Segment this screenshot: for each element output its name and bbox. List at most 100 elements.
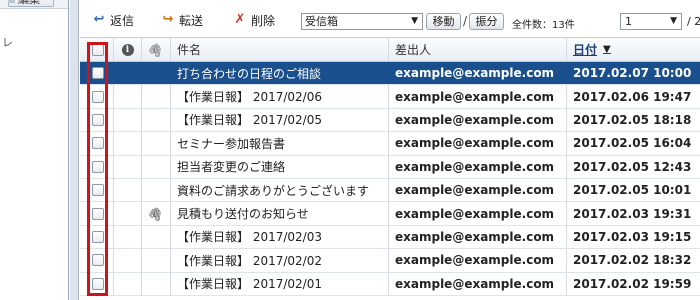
page-select[interactable]: 1 ▼ xyxy=(620,13,682,30)
row-attach-cell xyxy=(142,108,171,132)
message-subject[interactable]: 【作業日報】 2017/02/02 xyxy=(171,249,389,272)
message-date: 2017.02.05 18:18 xyxy=(573,112,692,127)
table-row[interactable]: 【作業日報】 2017/02/06 example@example.com 2017… xyxy=(80,85,700,109)
row-info-cell xyxy=(114,132,142,155)
message-sender: example@example.com xyxy=(389,202,567,225)
row-check-cell xyxy=(80,225,114,249)
row-info-cell xyxy=(114,272,142,295)
table-row[interactable]: 担当者変更のご連絡 example@example.com 2017.02.05 1… xyxy=(80,155,700,179)
message-sender: example@example.com xyxy=(389,108,567,132)
header-info-cell: i xyxy=(114,38,142,61)
message-subject[interactable]: 【作業日報】 2017/02/03 xyxy=(171,225,389,249)
message-subject[interactable]: 【作業日報】 2017/02/06 xyxy=(171,85,389,108)
message-date: 2017.02.06 19:47 xyxy=(573,89,692,104)
chevron-down-icon: ▼ xyxy=(670,16,677,26)
row-checkbox[interactable] xyxy=(91,207,104,220)
row-check-cell xyxy=(80,155,114,178)
message-subject[interactable]: 【作業日報】 2017/02/01 xyxy=(171,272,389,295)
table-row[interactable]: 【作業日報】 2017/02/05 example@example.com 2017… xyxy=(80,108,700,133)
message-rows: 打ち合わせの日程のご相談 example@example.com 2017.02.0… xyxy=(80,62,700,296)
row-attach-cell xyxy=(142,132,171,155)
row-info-cell xyxy=(114,202,142,225)
row-attach-cell xyxy=(142,85,171,108)
message-subject[interactable]: 見積もり送付のお知らせ xyxy=(171,202,389,225)
column-header-subject[interactable]: 件名 xyxy=(171,38,389,61)
move-button[interactable]: 移動 xyxy=(426,13,461,30)
folder-select-value: 受信箱 xyxy=(305,15,338,28)
message-sender: example@example.com xyxy=(389,132,567,155)
row-check-cell xyxy=(80,178,114,202)
row-info-cell xyxy=(114,178,142,202)
row-info-cell xyxy=(114,225,142,249)
header-attach-cell: 🖇 xyxy=(142,38,171,61)
row-checkbox[interactable] xyxy=(91,254,104,267)
row-check-cell xyxy=(80,202,114,225)
folder-pane: 編集 レ xyxy=(0,0,69,300)
row-info-cell xyxy=(114,155,142,178)
message-date: 2017.02.02 19:59 xyxy=(573,276,692,291)
folder-pane-glyph: レ xyxy=(2,36,13,49)
forward-label: 転送 xyxy=(179,13,204,28)
reply-button[interactable]: ↩ 返信 xyxy=(91,12,134,28)
message-date: 2017.02.03 19:31 xyxy=(573,206,692,221)
column-header-date[interactable]: 日付 ▼ xyxy=(567,38,700,61)
message-subject[interactable]: 打ち合わせの日程のご相談 xyxy=(171,62,389,85)
message-subject[interactable]: セミナー参加報告書 xyxy=(171,132,389,155)
row-info-cell xyxy=(114,85,142,108)
pane-splitter[interactable] xyxy=(70,0,79,300)
message-subject[interactable]: 資料のご請求ありがとうございます xyxy=(171,178,389,202)
message-subject[interactable]: 担当者変更のご連絡 xyxy=(171,155,389,178)
table-row[interactable]: 【作業日報】 2017/02/02 example@example.com 2017… xyxy=(80,249,700,273)
row-checkbox[interactable] xyxy=(91,184,104,197)
folder-select[interactable]: 受信箱 ▼ xyxy=(301,13,423,30)
row-info-cell xyxy=(114,108,142,132)
row-attach-cell xyxy=(142,155,171,178)
table-row[interactable]: 🖇 見積もり送付のお知らせ example@example.com 2017.02.0… xyxy=(80,202,700,226)
message-toolbar: ↩ 返信 ↪ 転送 ✗ 削除 受信箱 ▼ 移動 / 振分 全件数：13件 1 ▼… xyxy=(80,0,700,38)
folder-pane-toolbar: 編集 xyxy=(0,0,68,9)
table-row[interactable]: セミナー参加報告書 example@example.com 2017.02.05 1… xyxy=(80,132,700,156)
row-check-cell xyxy=(80,62,114,85)
select-all-checkbox[interactable] xyxy=(91,43,104,56)
row-checkbox[interactable] xyxy=(91,230,104,243)
message-sender: example@example.com xyxy=(389,178,567,202)
paperclip-icon: 🖇 xyxy=(146,40,166,59)
table-header: i 🖇 件名 差出人 日付 ▼ xyxy=(80,38,700,62)
row-check-cell xyxy=(80,132,114,155)
row-checkbox[interactable] xyxy=(91,90,104,103)
paperclip-icon: 🖇 xyxy=(146,204,166,223)
sort-rules-button[interactable]: 振分 xyxy=(469,13,504,30)
row-checkbox[interactable] xyxy=(91,277,104,290)
message-sender: example@example.com xyxy=(389,249,567,272)
row-checkbox[interactable] xyxy=(91,160,104,173)
reply-label: 返信 xyxy=(110,13,135,28)
message-subject[interactable]: 【作業日報】 2017/02/05 xyxy=(171,108,389,132)
table-row[interactable]: 【作業日報】 2017/02/03 example@example.com 2017… xyxy=(80,225,700,250)
reply-icon: ↩ xyxy=(93,12,105,27)
row-attach-cell: 🖇 xyxy=(142,202,171,225)
column-header-sender[interactable]: 差出人 xyxy=(389,38,567,61)
row-info-cell xyxy=(114,249,142,272)
table-row[interactable]: 資料のご請求ありがとうございます example@example.com 2017.… xyxy=(80,178,700,203)
message-date: 2017.02.07 10:00 xyxy=(573,66,692,81)
message-date: 2017.02.03 19:15 xyxy=(573,229,692,244)
row-attach-cell xyxy=(142,272,171,295)
column-header-date-label: 日付 xyxy=(573,43,598,57)
row-checkbox[interactable] xyxy=(91,113,104,126)
message-sender: example@example.com xyxy=(389,85,567,108)
info-icon: i xyxy=(121,43,134,56)
forward-button[interactable]: ↪ 転送 xyxy=(160,12,203,28)
message-sender: example@example.com xyxy=(389,155,567,178)
message-date: 2017.02.05 16:04 xyxy=(573,136,692,151)
message-table: i 🖇 件名 差出人 日付 ▼ 打ち合わせの日程のご相談 example@exam… xyxy=(80,38,700,296)
row-check-cell xyxy=(80,108,114,132)
row-checkbox[interactable] xyxy=(91,137,104,150)
table-row[interactable]: 【作業日報】 2017/02/01 example@example.com 2017… xyxy=(80,272,700,296)
row-checkbox[interactable] xyxy=(91,67,104,80)
forward-icon: ↪ xyxy=(162,12,174,27)
table-row[interactable]: 打ち合わせの日程のご相談 example@example.com 2017.02.0… xyxy=(80,62,700,86)
page-total: / 2 xyxy=(687,15,700,28)
delete-button[interactable]: ✗ 削除 xyxy=(232,12,275,28)
message-date: 2017.02.05 10:01 xyxy=(573,183,692,198)
row-attach-cell xyxy=(142,62,171,85)
